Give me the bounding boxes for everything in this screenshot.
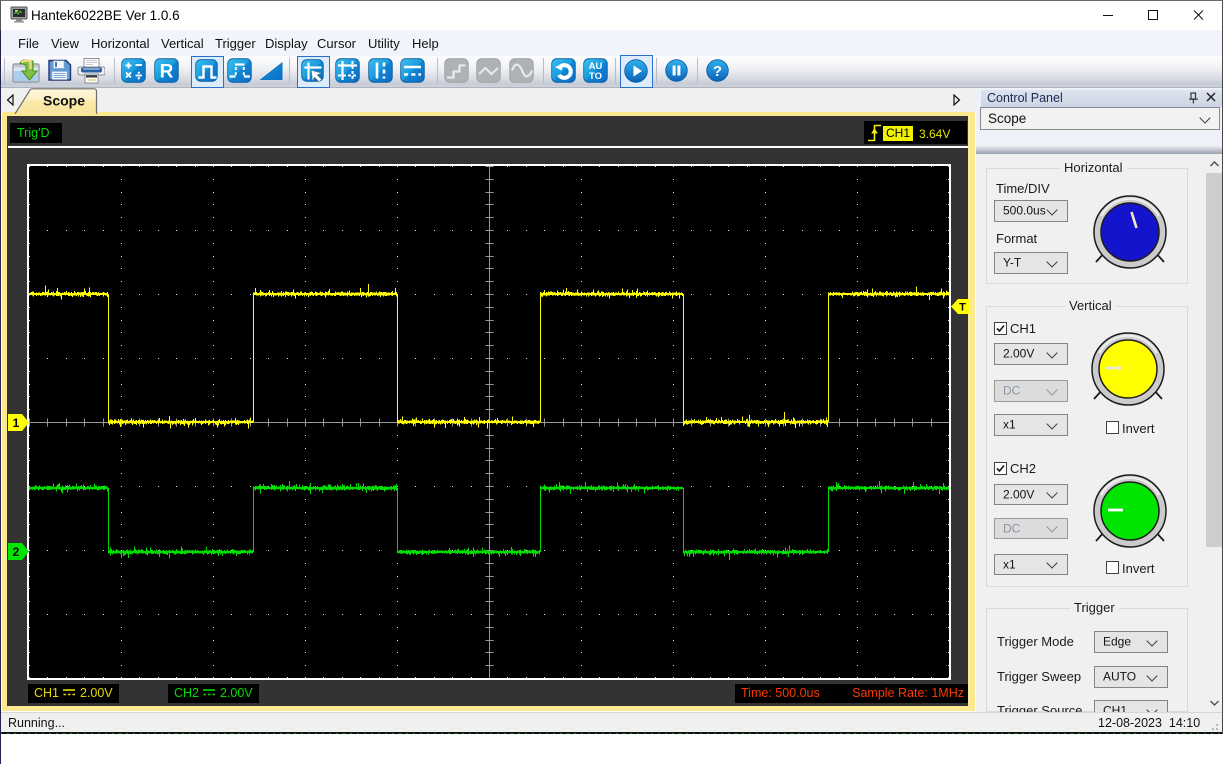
svg-text:R: R [160, 62, 174, 83]
svg-text:2: 2 [13, 545, 20, 559]
svg-text:Scope: Scope [43, 93, 85, 109]
svg-text:TO: TO [589, 71, 602, 82]
svg-text:1: 1 [13, 416, 20, 430]
svg-text:T: T [959, 302, 966, 314]
svg-text:?: ? [713, 63, 722, 80]
